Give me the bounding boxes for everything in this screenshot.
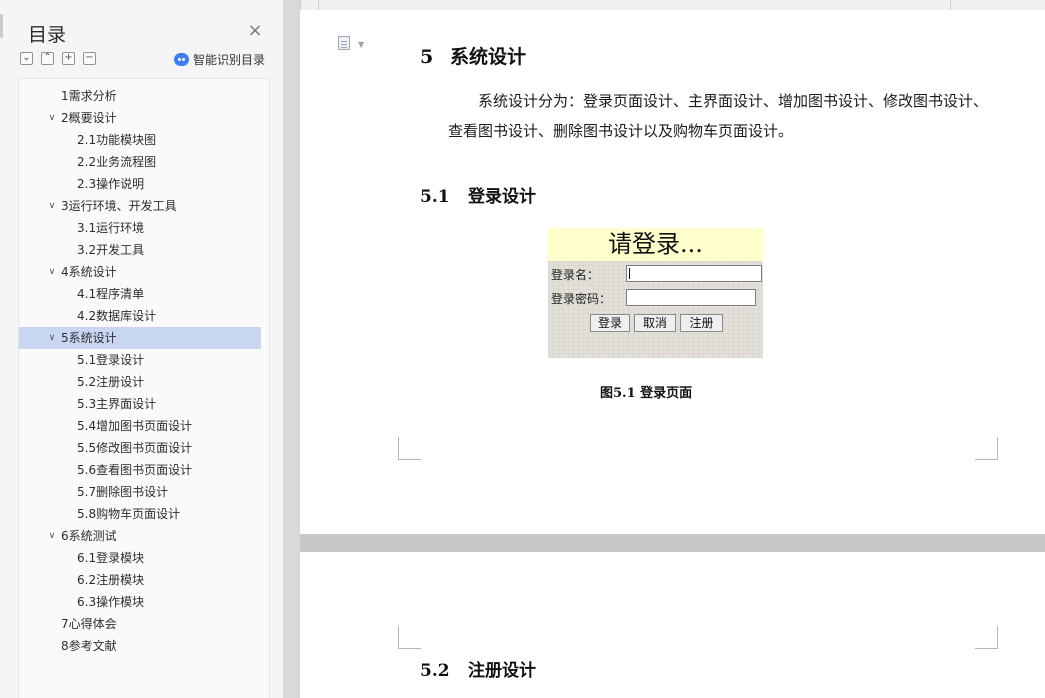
chevron-down-icon[interactable]: ∨ <box>46 195 58 217</box>
toc-item[interactable]: ∨ 2概要设计 <box>19 107 261 129</box>
toc-item-label: 6系统测试 <box>61 529 117 543</box>
page-gap <box>300 534 1045 552</box>
toc-item-label: 6.3操作模块 <box>77 595 145 609</box>
toc-item-label: 5.2注册设计 <box>77 375 145 389</box>
toc-item-label: 6.1登录模块 <box>77 551 145 565</box>
margin-corner-mark <box>398 626 421 649</box>
toc-item[interactable]: 5.5修改图书页面设计 <box>19 437 261 459</box>
collapse-all-icon[interactable]: ⌄ <box>20 52 33 65</box>
margin-corner-mark <box>975 626 998 649</box>
toc-item-label: 8参考文献 <box>61 639 117 653</box>
document-area[interactable]: ▼ 5 系统设计 系统设计分为：登录页面设计、主界面设计、增加图书设计、修改图书设… <box>285 0 1045 698</box>
document-page-2[interactable]: 5.2 注册设计 <box>300 552 1045 698</box>
toc-item[interactable]: 6.2注册模块 <box>19 569 261 591</box>
toc-item-label: 2.1功能模块图 <box>77 133 157 147</box>
figure-username-input <box>626 265 762 282</box>
toc-item[interactable]: 3.1运行环境 <box>19 217 261 239</box>
figure-password-label: 登录密码： <box>551 292 612 306</box>
robot-icon <box>174 53 189 66</box>
chevron-down-icon[interactable]: ∨ <box>46 327 58 349</box>
document-page[interactable]: ▼ 5 系统设计 系统设计分为：登录页面设计、主界面设计、增加图书设计、修改图书设… <box>300 10 1045 534</box>
panel-resize-handle[interactable] <box>0 14 3 38</box>
toc-item[interactable]: ∨ 5系统设计 <box>19 327 261 349</box>
toc-item-label: 5.7删除图书设计 <box>77 485 169 499</box>
figure-username-label: 登录名： <box>551 268 600 282</box>
heading-1: 5 系统设计 <box>420 46 527 68</box>
toc-item[interactable]: 5.7删除图书设计 <box>19 481 261 503</box>
login-figure-image: 请登录... 登录名： 登录密码： 登录 取消 注册 <box>548 228 763 358</box>
toc-item-label: 4系统设计 <box>61 265 117 279</box>
toc-panel: 目录 × ⌄ ⌃ + − 智能识别目录 1需求分析 ∨ 2概要设计 2.1功能模块图 2… <box>0 0 284 698</box>
toc-item-label: 5.8购物车页面设计 <box>77 507 181 521</box>
toc-item[interactable]: 5.2注册设计 <box>19 371 261 393</box>
toc-list: 1需求分析 ∨ 2概要设计 2.1功能模块图 2.2业务流程图 2.3操作说明 ∨ 3运行环境… <box>18 78 270 698</box>
figure-cancel-button: 取消 <box>634 314 676 332</box>
toc-toolbar: ⌄ ⌃ + − <box>20 52 96 68</box>
toc-item[interactable]: 2.1功能模块图 <box>19 129 261 151</box>
toc-item[interactable]: ∨ 3运行环境、开发工具 <box>19 195 261 217</box>
toc-item[interactable]: 5.6查看图书页面设计 <box>19 459 261 481</box>
figure-caption: 图5.1 登录页面 <box>600 386 693 401</box>
toc-item-label: 5.4增加图书页面设计 <box>77 419 193 433</box>
chevron-down-icon[interactable]: ▼ <box>358 40 364 49</box>
toc-item-label: 1需求分析 <box>61 89 117 103</box>
toc-item-label: 5.6查看图书页面设计 <box>77 463 193 477</box>
toc-item-label: 3运行环境、开发工具 <box>61 199 177 213</box>
toc-item-label: 5.3主界面设计 <box>77 397 157 411</box>
figure-password-input <box>626 289 756 306</box>
toc-item[interactable]: 5.3主界面设计 <box>19 393 261 415</box>
toc-item-label: 4.2数据库设计 <box>77 309 157 323</box>
remove-level-icon[interactable]: − <box>83 52 96 65</box>
smart-toc-button[interactable]: 智能识别目录 <box>174 51 265 68</box>
toc-item-label: 5.5修改图书页面设计 <box>77 441 193 455</box>
toc-item-label: 2.3操作说明 <box>77 177 145 191</box>
toc-title: 目录 <box>28 24 67 46</box>
toc-item-label: 2概要设计 <box>61 111 117 125</box>
figure-header: 请登录... <box>548 228 763 261</box>
heading-2: 5.1 登录设计 <box>420 187 536 207</box>
toc-item[interactable]: 8参考文献 <box>19 635 261 657</box>
toc-item[interactable]: ∨ 4系统设计 <box>19 261 261 283</box>
toc-item[interactable]: 6.3操作模块 <box>19 591 261 613</box>
toc-item-label: 3.2开发工具 <box>77 243 145 257</box>
toc-item-label: 5系统设计 <box>61 331 117 345</box>
toc-item[interactable]: 5.8购物车页面设计 <box>19 503 261 525</box>
collapse-level-icon[interactable]: ⌃ <box>41 52 54 65</box>
toc-item-label: 2.2业务流程图 <box>77 155 157 169</box>
margin-corner-mark <box>975 437 998 460</box>
toc-item-label: 6.2注册模块 <box>77 573 145 587</box>
document-icon[interactable] <box>338 36 350 50</box>
toc-item[interactable]: 7心得体会 <box>19 613 261 635</box>
chevron-down-icon[interactable]: ∨ <box>46 261 58 283</box>
toc-item[interactable]: 5.4增加图书页面设计 <box>19 415 261 437</box>
toc-item-label: 3.1运行环境 <box>77 221 145 235</box>
toc-item-label: 4.1程序清单 <box>77 287 145 301</box>
toc-item[interactable]: ∨ 6系统测试 <box>19 525 261 547</box>
toc-item[interactable]: 1需求分析 <box>19 85 261 107</box>
toc-item-label: 5.1登录设计 <box>77 353 145 367</box>
body-paragraph: 系统设计分为：登录页面设计、主界面设计、增加图书设计、修改图书设计、查看图书设计… <box>448 92 989 140</box>
toc-item[interactable]: 4.1程序清单 <box>19 283 261 305</box>
toc-item-label: 7心得体会 <box>61 617 117 631</box>
chevron-down-icon[interactable]: ∨ <box>46 525 58 547</box>
toc-item[interactable]: 3.2开发工具 <box>19 239 261 261</box>
smart-toc-label: 智能识别目录 <box>193 53 266 67</box>
toc-item[interactable]: 6.1登录模块 <box>19 547 261 569</box>
expand-level-icon[interactable]: + <box>62 52 75 65</box>
toc-item[interactable]: 4.2数据库设计 <box>19 305 261 327</box>
heading-2-next: 5.2 注册设计 <box>420 661 536 681</box>
chevron-down-icon[interactable]: ∨ <box>46 107 58 129</box>
toc-item[interactable]: 2.3操作说明 <box>19 173 261 195</box>
close-icon[interactable]: × <box>246 22 264 40</box>
margin-corner-mark <box>398 437 421 460</box>
toc-item[interactable]: 5.1登录设计 <box>19 349 261 371</box>
figure-register-button: 注册 <box>680 314 723 332</box>
toc-item[interactable]: 2.2业务流程图 <box>19 151 261 173</box>
figure-login-button: 登录 <box>590 314 630 332</box>
